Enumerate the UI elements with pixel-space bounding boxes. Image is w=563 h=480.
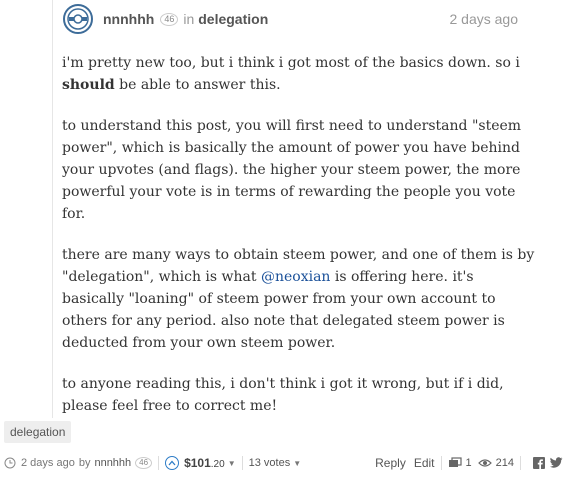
reputation-badge: 46 bbox=[160, 12, 179, 26]
footer-actions: Reply Edit 1 214 bbox=[367, 456, 563, 470]
post-body: i'm pretty new too, but i think i got mo… bbox=[62, 52, 537, 436]
post-footer: 2 days ago by nnnhhh 46 $101.20 ▼ 13 vot… bbox=[4, 452, 563, 474]
upvote-chevron-icon bbox=[168, 460, 176, 466]
post-header: nnnhhh 46 in delegation 2 days ago bbox=[63, 4, 518, 34]
eye-icon bbox=[477, 458, 492, 468]
divider bbox=[241, 456, 243, 470]
paragraph-2: to understand this post, you will first … bbox=[62, 118, 522, 222]
upvote-button[interactable] bbox=[165, 456, 180, 470]
reblog-count: 1 bbox=[465, 457, 472, 469]
votes-dropdown-icon[interactable]: ▼ bbox=[293, 459, 301, 468]
votes-count[interactable]: 13 votes bbox=[249, 457, 291, 469]
paragraph-4: to anyone reading this, i don't think i … bbox=[62, 376, 504, 414]
clock-icon bbox=[4, 457, 16, 469]
thread-line bbox=[52, 0, 53, 418]
footer-author-link[interactable]: nnnhhh bbox=[94, 457, 131, 469]
in-label: in bbox=[183, 11, 195, 27]
payout-amount[interactable]: $101.20 bbox=[184, 456, 225, 470]
reply-link[interactable]: Reply bbox=[375, 456, 406, 470]
author-link[interactable]: nnnhhh bbox=[103, 11, 154, 27]
divider bbox=[440, 456, 442, 470]
mention-link[interactable]: @neoxian bbox=[261, 269, 330, 285]
footer-timestamp[interactable]: 2 days ago bbox=[21, 457, 75, 469]
by-label: by bbox=[78, 457, 91, 469]
divider bbox=[158, 456, 160, 470]
post-timestamp[interactable]: 2 days ago bbox=[450, 11, 519, 27]
facebook-icon[interactable] bbox=[533, 457, 545, 469]
tag-delegation[interactable]: delegation bbox=[4, 421, 72, 443]
twitter-icon[interactable] bbox=[549, 457, 563, 469]
category-link[interactable]: delegation bbox=[198, 11, 268, 27]
paragraph-1-text-a: i'm pretty new too, but i think i got mo… bbox=[62, 55, 520, 71]
avatar-logo-icon bbox=[67, 8, 89, 30]
paragraph-1: i'm pretty new too, but i think i got mo… bbox=[62, 52, 537, 96]
views-count: 214 bbox=[495, 457, 514, 469]
payout-cents: .20 bbox=[210, 459, 225, 470]
footer-reputation-badge: 46 bbox=[135, 457, 153, 469]
payout-main: $101 bbox=[184, 456, 211, 470]
edit-link[interactable]: Edit bbox=[414, 456, 435, 470]
paragraph-3: there are many ways to obtain steem powe… bbox=[62, 244, 537, 354]
payout-dropdown-icon[interactable]: ▼ bbox=[228, 459, 236, 468]
paragraph-1-text-b: be able to answer this. bbox=[114, 77, 281, 93]
avatar[interactable] bbox=[63, 4, 93, 34]
divider bbox=[520, 456, 521, 470]
paragraph-1-bold: should bbox=[62, 77, 115, 93]
social-share bbox=[533, 457, 563, 469]
reblog-icon[interactable] bbox=[448, 457, 462, 469]
